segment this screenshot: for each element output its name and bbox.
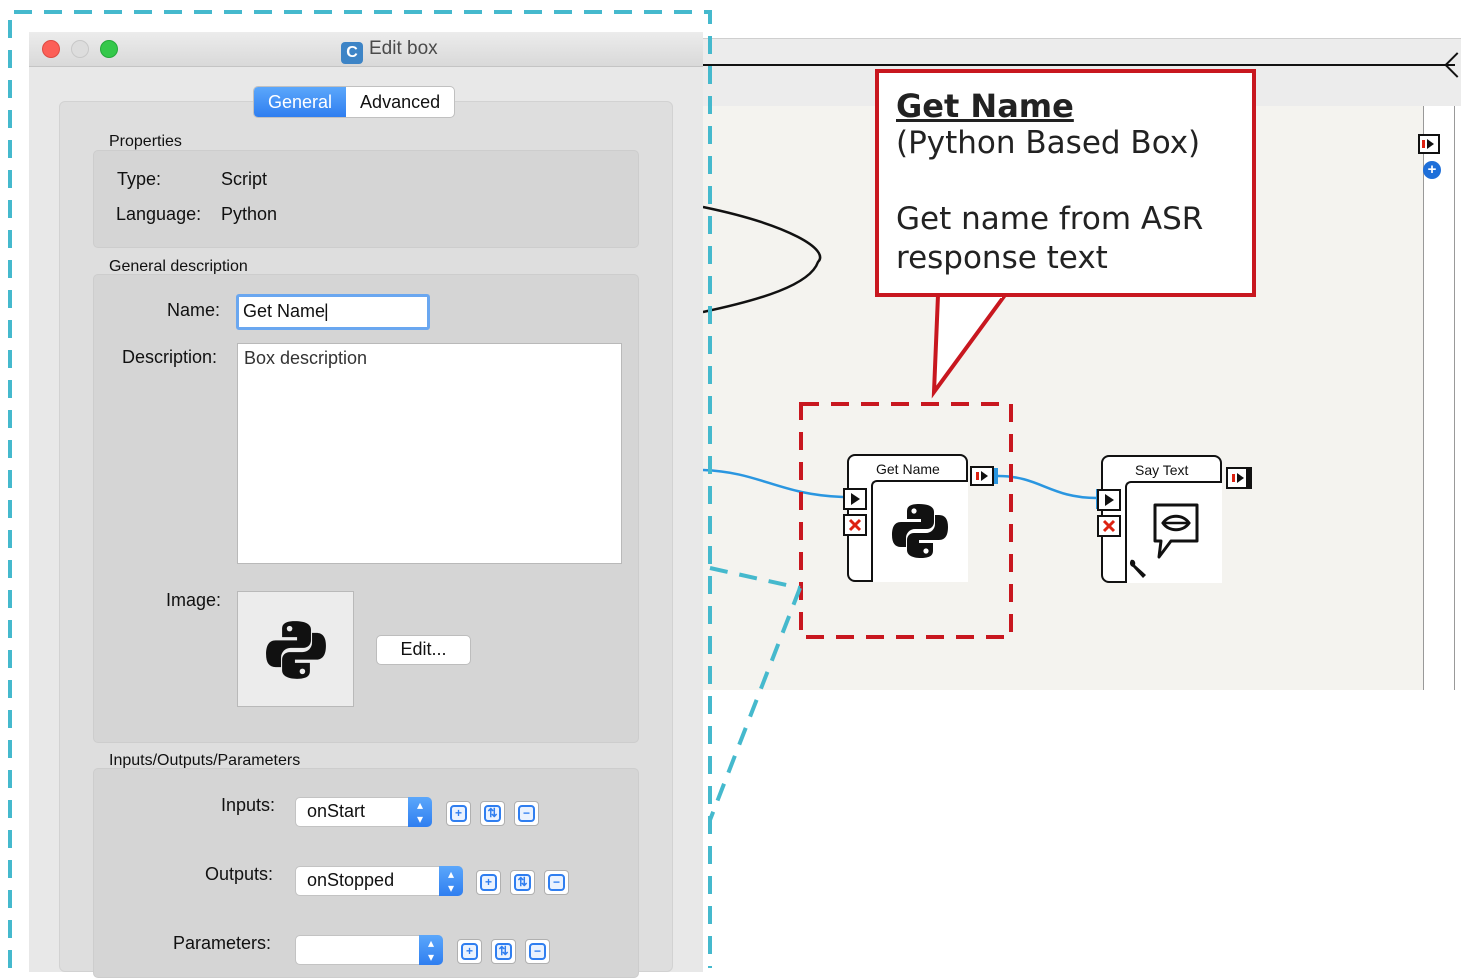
add-parameter-button[interactable]: +: [457, 939, 482, 964]
choregraphe-app-icon: C: [341, 42, 363, 64]
properties-heading: Properties: [109, 133, 182, 150]
name-label: Name:: [167, 300, 221, 320]
add-input-button[interactable]: +: [446, 801, 471, 826]
image-well[interactable]: [237, 591, 354, 707]
outputs-label: Outputs:: [205, 864, 274, 884]
minus-icon: −: [518, 805, 535, 822]
canvas-header-line: [703, 64, 1455, 66]
minimize-window-icon[interactable]: [71, 40, 89, 58]
outputs-select[interactable]: onStopped ▴ ▾: [295, 866, 463, 896]
edit-icon: ⇅: [484, 805, 501, 822]
add-output-button[interactable]: +: [476, 870, 501, 895]
parameters-select[interactable]: ▴ ▾: [295, 935, 443, 965]
description-textarea[interactable]: Box description: [237, 343, 622, 564]
close-window-icon[interactable]: [42, 40, 60, 58]
diagram-output-port-icon[interactable]: [1418, 134, 1440, 154]
python-logo-icon: [266, 621, 326, 679]
get-name-input-port[interactable]: [843, 488, 867, 510]
outputs-select-value: onStopped: [307, 870, 395, 890]
language-label: Language:: [116, 204, 202, 224]
language-value: Python: [221, 204, 278, 224]
speech-bubble-icon: [1153, 503, 1199, 559]
plus-icon: +: [450, 805, 467, 822]
description-label: Description:: [122, 347, 218, 367]
say-text-output-port[interactable]: [1226, 467, 1252, 489]
say-text-stop-port[interactable]: [1097, 515, 1121, 537]
plus-icon: +: [461, 943, 478, 960]
callout-description: Get name from ASR response text: [896, 201, 1204, 276]
type-label: Type:: [117, 169, 162, 189]
edit-input-button[interactable]: ⇅: [480, 801, 505, 826]
get-name-output-port[interactable]: [970, 466, 994, 486]
remove-input-button[interactable]: −: [514, 801, 539, 826]
canvas-side-panel: [1423, 106, 1461, 690]
plus-icon: +: [480, 874, 497, 891]
remove-parameter-button[interactable]: −: [525, 939, 550, 964]
python-logo-icon: [892, 504, 948, 558]
tab-general[interactable]: General: [254, 87, 347, 117]
add-output-icon[interactable]: +: [1423, 161, 1441, 179]
canvas-side-divider: [1454, 106, 1455, 690]
minus-icon: −: [548, 874, 565, 891]
callout-box: Get Name (Python Based Box) Get name fro…: [875, 69, 1256, 297]
get-name-stop-port[interactable]: [843, 514, 867, 536]
properties-group: [93, 150, 639, 248]
edit-icon: ⇅: [514, 874, 531, 891]
inputs-select-value: onStart: [307, 801, 366, 821]
zoom-window-icon[interactable]: [100, 40, 118, 58]
callout-title: Get Name: [896, 87, 1074, 125]
wrench-icon: [1129, 559, 1146, 578]
inputs-select[interactable]: onStart ▴ ▾: [295, 797, 432, 827]
edit-parameter-button[interactable]: ⇅: [491, 939, 516, 964]
get-name-box-title: Get Name: [876, 461, 940, 477]
say-text-input-port[interactable]: [1097, 489, 1121, 511]
dialog-titlebar[interactable]: C Edit box: [29, 32, 703, 67]
dialog-tabs: General Advanced: [253, 86, 456, 118]
chevron-updown-icon: ▴ ▾: [408, 797, 432, 827]
tab-advanced[interactable]: Advanced: [346, 87, 454, 117]
image-label: Image:: [166, 590, 222, 610]
name-input[interactable]: Get Name|: [236, 294, 430, 330]
say-text-box-title: Say Text: [1135, 462, 1189, 478]
inputs-label: Inputs:: [221, 795, 276, 815]
remove-output-button[interactable]: −: [544, 870, 569, 895]
dialog-title-text: Edit box: [369, 38, 438, 59]
dialog-title: C Edit box: [341, 38, 438, 64]
parameters-label: Parameters:: [173, 933, 272, 953]
chevron-updown-icon: ▴ ▾: [419, 935, 443, 965]
chevron-updown-icon: ▴ ▾: [439, 866, 463, 896]
edit-icon: ⇅: [495, 943, 512, 960]
minus-icon: −: [529, 943, 546, 960]
edit-image-button[interactable]: Edit...: [376, 635, 471, 665]
callout-subtitle: (Python Based Box): [896, 125, 1201, 161]
text-caret: |: [324, 301, 329, 321]
edit-output-button[interactable]: ⇅: [510, 870, 535, 895]
type-value: Script: [221, 169, 268, 189]
